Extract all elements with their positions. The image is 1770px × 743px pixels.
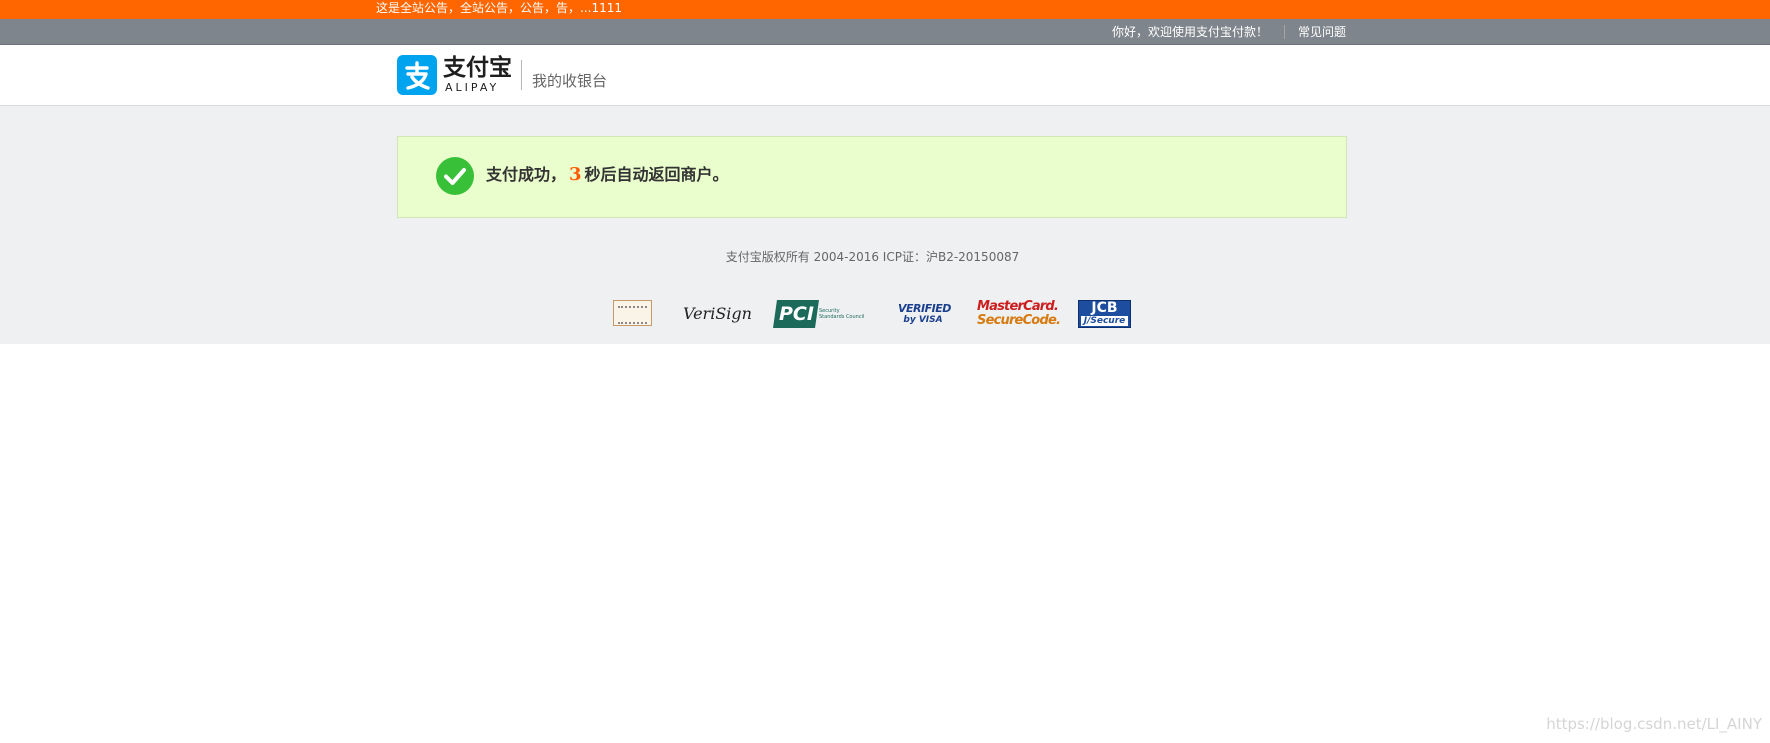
security-badges: VeriSign PCI Security Standards Council … [0,292,1770,332]
certificate-badge-icon[interactable] [613,300,652,326]
notice-text: 这是全站公告，全站公告，公告，告，...1111 [376,1,622,15]
welcome-text: 你好，欢迎使用支付宝付款！ [1112,25,1269,39]
main-content: 支付成功， 3 秒后自动返回商户。 支付宝版权所有 2004-2016 ICP证：沪… [0,106,1770,344]
top-nav: 你好，欢迎使用支付宝付款！ 常见问题 [0,19,1770,45]
notice-bar: 这是全站公告，全站公告，公告，告，...1111 [0,0,1770,19]
countdown-seconds: 3 [569,164,582,185]
jcb-jsecure-badge[interactable]: JCB J/Secure [1078,300,1131,328]
verisign-text: VeriSign [683,304,752,323]
pci-badge[interactable]: PCI Security Standards Council [773,300,869,328]
jcb-line-1: JCB [1091,300,1118,316]
pci-subtext-2: Standards Council [819,314,865,320]
header: 支付宝 ALIPAY 我的收银台 [0,45,1770,106]
pci-text: PCI [779,303,814,325]
payment-success-panel: 支付成功， 3 秒后自动返回商户。 [397,136,1347,218]
success-check-icon [436,157,474,195]
success-message: 支付成功， 3 秒后自动返回商户。 [486,165,729,185]
faq-link[interactable]: 常见问题 [1298,25,1346,39]
visa-line-2: by VISA [903,315,943,325]
header-divider [521,60,522,90]
verified-by-visa-badge[interactable]: VERIFIED by VISA [898,302,951,336]
visa-line-1: VERIFIED [898,302,951,315]
alipay-logo[interactable]: 支付宝 ALIPAY [397,55,512,95]
logo-chinese-text: 支付宝 [443,55,512,81]
copyright-text: 支付宝版权所有 2004-2016 ICP证：沪B2-20150087 [725,250,1020,264]
mastercard-line-1: MasterCard. [977,299,1059,314]
watermark-text: https://blog.csdn.net/LI_AINY [1546,715,1762,733]
nav-divider [1284,25,1285,39]
success-message-prefix: 支付成功， [486,165,567,184]
alipay-logo-icon [397,55,437,95]
verisign-badge[interactable]: VeriSign [683,302,752,336]
page-title: 我的收银台 [532,72,608,90]
jcb-line-2: J/Secure [1081,316,1128,326]
success-message-suffix: 秒后自动返回商户。 [584,165,729,184]
mastercard-line-2: SecureCode. [977,313,1061,328]
mastercard-securecode-badge[interactable]: MasterCard. SecureCode. [977,299,1061,334]
logo-english-text: ALIPAY [445,81,500,94]
